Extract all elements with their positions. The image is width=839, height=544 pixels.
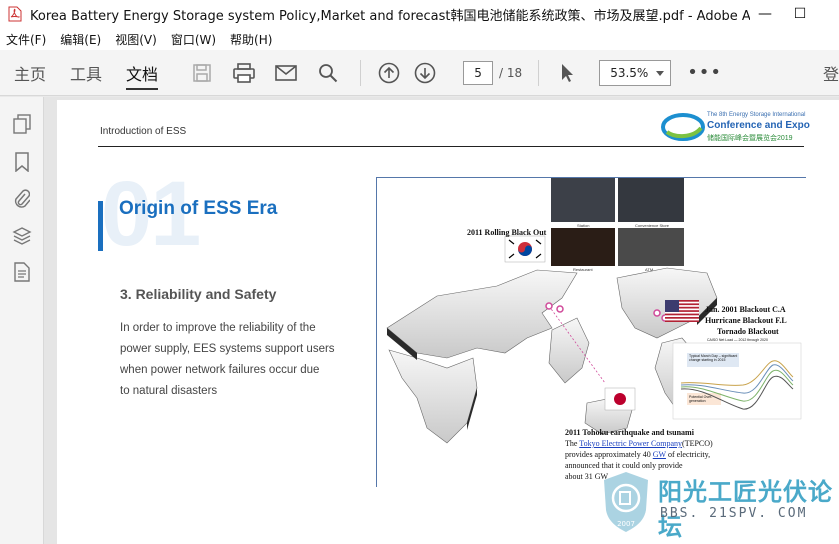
photo-label-restaurant: Restaurant [573, 267, 593, 272]
body-line: to natural disasters [120, 385, 218, 397]
title-bar: Korea Battery Energy Storage system Poli… [0, 0, 839, 28]
logo-line-2: Conference and Expo [707, 120, 810, 131]
photo-label-store: Convenience Store [635, 223, 670, 228]
tab-tools[interactable]: 工具 [70, 50, 102, 96]
minimize-button[interactable]: — [747, 0, 783, 28]
next-page-icon[interactable] [413, 61, 437, 85]
section-title: Origin of ESS Era [119, 198, 278, 219]
body-paragraph: In order to improve the reliability of t… [120, 318, 360, 402]
page-total: / 18 [499, 65, 523, 80]
us-caption-2: Hurricane Blackout F.L [705, 316, 787, 325]
chevron-down-icon [656, 66, 665, 80]
page-thumbnails-icon[interactable] [12, 113, 32, 135]
conference-logo-icon [661, 113, 705, 141]
pdf-file-icon [8, 6, 22, 22]
menu-file[interactable]: 文件(F) [6, 31, 46, 48]
pdf-page: Introduction of ESS The 8th Energy Stora… [57, 100, 839, 544]
photo-atm [618, 228, 684, 266]
us-chart-note-1: Typical March Day – significant change s… [689, 354, 738, 362]
select-cursor-icon[interactable] [555, 61, 579, 85]
photo-restaurant [551, 228, 615, 266]
bookmark-icon[interactable] [12, 151, 32, 173]
forum-url: BBS. 21SPV. COM [660, 506, 808, 521]
menu-view[interactable]: 视图(V) [115, 31, 157, 48]
body-line: In order to improve the reliability of t… [120, 322, 316, 334]
us-caption-3: Tornado Blackout [717, 327, 779, 336]
email-icon[interactable] [274, 61, 298, 85]
menu-window[interactable]: 窗口(W) [171, 31, 216, 48]
print-icon[interactable] [232, 61, 256, 85]
photo-label-station: Station [577, 223, 590, 228]
world-map-figure: Station Convenience Store Restaurant ATM… [376, 177, 806, 487]
us-caption-1: Jan. 2001 Blackout C.A [705, 305, 786, 314]
forum-year: 2007 [617, 520, 635, 528]
toolbar: 主页 工具 文档 5 / 18 53.5% ••• 登 [0, 50, 839, 96]
forum-shield-logo-icon: 2007 [604, 472, 648, 532]
body-line: power supply, EES systems support users [120, 343, 335, 355]
forum-watermark: 2007 阳光工匠光伏论坛 BBS. 21SPV. COM [600, 470, 839, 544]
body-line: when power network failures occur due [120, 364, 320, 376]
logo-line-3: 储能国际峰会暨展览会2019 [707, 135, 793, 142]
menu-edit[interactable]: 编辑(E) [60, 31, 101, 48]
tab-document[interactable]: 文档 [126, 50, 159, 96]
maximize-button[interactable]: ☐ [782, 0, 818, 28]
search-icon[interactable] [316, 61, 340, 85]
menu-bar: 文件(F) 编辑(E) 视图(V) 窗口(W) 帮助(H) [0, 28, 839, 50]
zoom-value: 53.5% [610, 65, 649, 80]
japan-text-line-1: The Tokyo Electric Power Company(TEPCO) [565, 439, 713, 448]
us-chart-title: CAISO Net Load — 2012 through 2020 [707, 338, 768, 342]
more-tools-button[interactable]: ••• [687, 62, 722, 83]
korea-caption: 2011 Rolling Black Out [467, 228, 547, 237]
header-rule [98, 146, 804, 147]
previous-page-icon[interactable] [377, 61, 401, 85]
toolbar-separator [360, 59, 362, 86]
logo-line-1: The 8th Energy Storage International [707, 112, 806, 118]
conference-logo: The 8th Energy Storage International Con… [661, 110, 811, 144]
japan-text-line-3: announced that it could only provide [565, 461, 683, 470]
subsection-title: 3. Reliability and Safety [120, 286, 277, 302]
layers-icon[interactable] [12, 225, 32, 247]
window-title: Korea Battery Energy Storage system Poli… [30, 8, 750, 24]
attachment-icon[interactable] [12, 187, 32, 209]
accent-bar [98, 201, 103, 251]
us-chart-note-2: Potential Over-generation [689, 395, 713, 403]
japan-caption: 2011 Tohoku earthquake and tsunami [565, 428, 694, 437]
page-number-input[interactable]: 5 [463, 60, 494, 85]
photo-station [551, 178, 615, 222]
zoom-select[interactable]: 53.5% [599, 59, 672, 86]
tab-home[interactable]: 主页 [14, 50, 46, 96]
photo-convenience-store [618, 178, 684, 222]
toolbar-separator [538, 59, 540, 86]
japan-text-line-2: provides approximately 40 GW of electric… [565, 450, 711, 459]
save-icon[interactable] [190, 61, 214, 85]
photo-label-atm: ATM [645, 267, 654, 272]
document-viewport: Introduction of ESS The 8th Energy Stora… [44, 97, 839, 544]
menu-help[interactable]: 帮助(H) [230, 31, 272, 48]
sign-in-button[interactable]: 登 [823, 50, 839, 96]
page-header: Introduction of ESS [100, 126, 187, 137]
left-navigation-panel [0, 97, 44, 544]
page-document-icon[interactable] [12, 261, 32, 283]
